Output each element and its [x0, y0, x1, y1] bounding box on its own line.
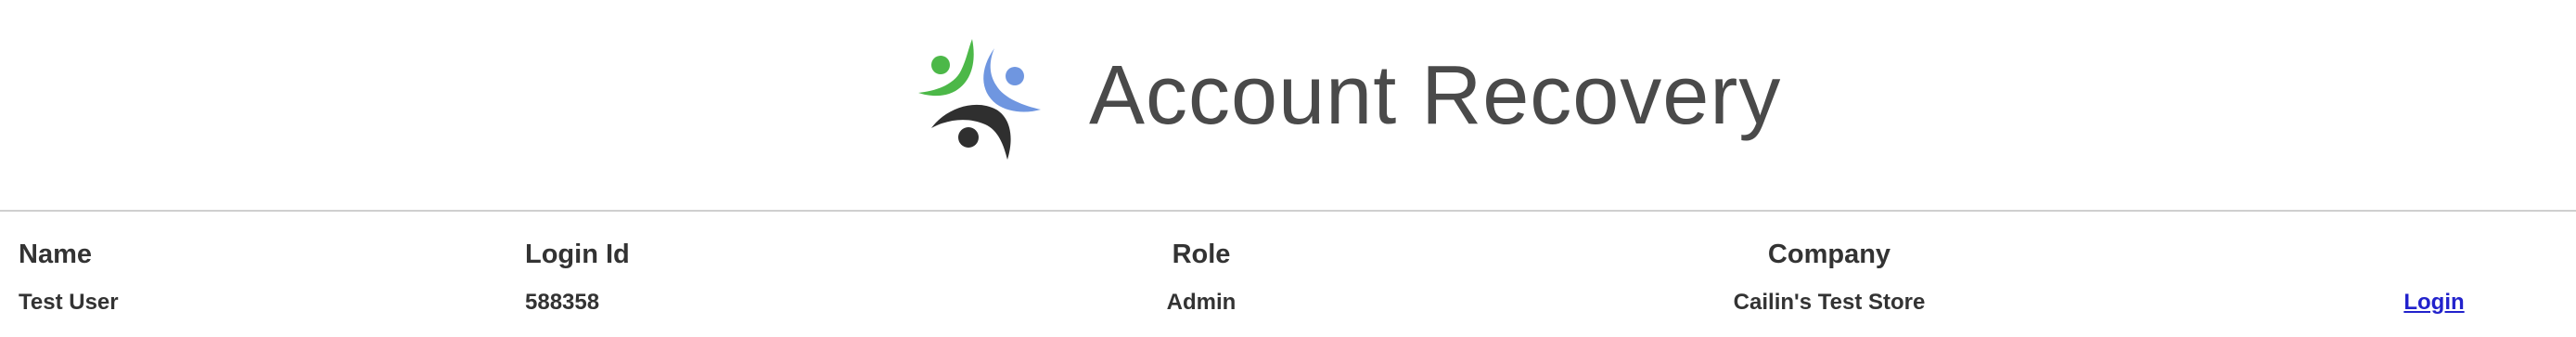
logo-dark-head — [958, 127, 979, 148]
logo-blue-head — [1006, 67, 1024, 85]
row-role: Admin — [1166, 290, 1237, 315]
login-link[interactable]: Login — [2403, 292, 2464, 314]
row-company: Cailin's Test Store — [1733, 290, 1926, 315]
people-circle-logo-icon — [918, 39, 1041, 160]
column-header-login-id: Login Id — [525, 240, 630, 269]
column-header-name: Name — [19, 240, 92, 269]
page-header: Account Recovery — [0, 0, 2576, 210]
account-recovery-page: Account Recovery Name Login Id Role Comp… — [0, 0, 2576, 337]
row-login-id: 588358 — [525, 290, 600, 315]
row-name: Test User — [19, 290, 119, 315]
accounts-table: Name Login Id Role Company Test User 588… — [0, 212, 2576, 337]
column-header-company: Company — [1767, 240, 1891, 269]
column-header-role: Role — [1172, 240, 1231, 269]
logo-green-head — [931, 56, 950, 74]
page-title: Account Recovery — [1089, 49, 1782, 142]
